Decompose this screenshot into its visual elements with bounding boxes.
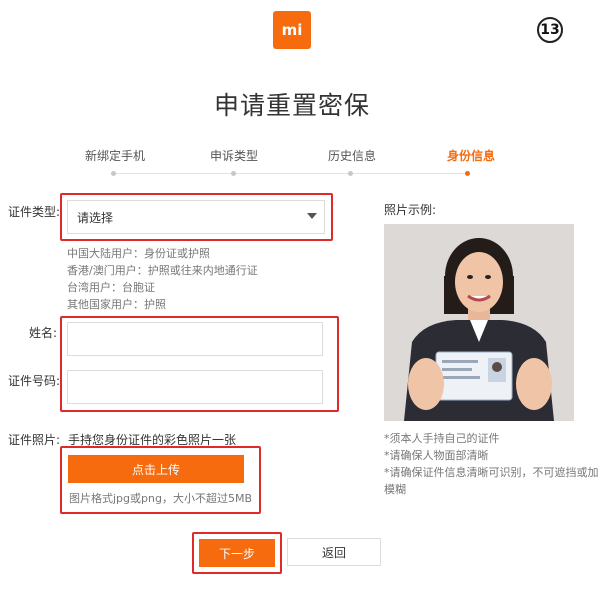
id-type-hint-mainland: 中国大陆用户：身份证或护照 [67,247,210,260]
id-type-hint-taiwan: 台湾用户：台胞证 [67,281,155,294]
step-dot-4 [465,171,470,176]
step-appeal-type: 申诉类型 [210,149,259,163]
chevron-down-icon [307,213,317,219]
example-note-1: *须本人手持自己的证件 [384,432,500,445]
photo-example-label: 照片示例: [384,203,437,217]
id-number-input[interactable] [67,370,323,404]
id-type-label: 证件类型: [8,205,61,219]
steps-progress-line [113,173,468,174]
step-number-text: 13 [540,22,560,38]
step-number-badge: 13 [537,17,563,43]
example-photo-illustration [384,224,574,421]
back-button[interactable]: 返回 [287,538,381,566]
id-type-hint-hk-macau: 香港/澳门用户：护照或往来内地通行证 [67,264,258,277]
example-note-2: *请确保人物面部清晰 [384,449,489,462]
photo-instruction: 手持您身份证件的彩色照片一张 [68,433,237,447]
step-identity-info: 身份信息 [447,149,496,163]
step-history-info: 历史信息 [328,149,377,163]
step-dot-3 [348,171,353,176]
example-note-3: *请确保证件信息清晰可识别，不可遮挡或加 [384,466,599,479]
upload-format-note: 图片格式jpg或png，大小不超过5MB [69,492,252,505]
step-new-phone: 新绑定手机 [85,149,146,163]
name-label: 姓名: [29,326,58,340]
logo-text: mi [281,21,303,39]
page-title: 申请重置密保 [213,91,370,120]
next-button[interactable]: 下一步 [199,539,275,567]
example-photo-image [384,224,574,421]
step-dot-2 [231,171,236,176]
photo-label: 证件照片: [8,433,61,447]
id-type-select[interactable]: 请选择 [67,200,325,234]
mi-logo[interactable]: mi [273,11,311,49]
upload-button[interactable]: 点击上传 [68,455,244,483]
example-note-4: 模糊 [384,483,406,496]
id-type-hint-foreign: 其他国家用户：护照 [67,298,166,311]
name-input[interactable] [67,322,323,356]
step-dot-1 [111,171,116,176]
id-type-selected-value: 请选择 [77,210,114,225]
id-number-label: 证件号码: [8,374,61,388]
